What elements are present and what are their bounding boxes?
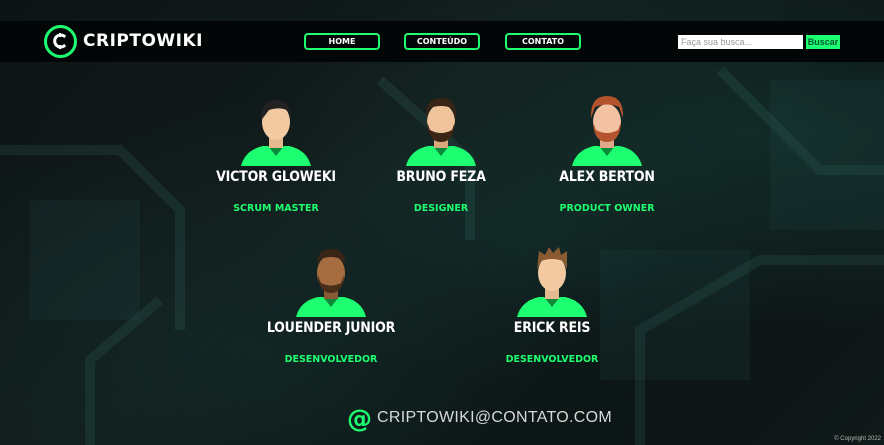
background-pattern [0, 66, 884, 445]
avatar-dark-skin-beard [296, 249, 366, 317]
crypto-coin-icon [44, 24, 77, 58]
member-name: LOUENDER JUNIOR [266, 320, 396, 336]
search-input[interactable] [678, 35, 803, 49]
brand-logo[interactable]: CRIPTOWIKI [44, 23, 203, 59]
member-role: DESENVOLVEDOR [505, 354, 599, 365]
nav-conteudo-button[interactable]: CONTEÚDO [404, 33, 480, 50]
top-navbar: CRIPTOWIKI HOME CONTEÚDO CONTATO Buscar [0, 21, 884, 62]
member-name: ERICK REIS [513, 320, 591, 336]
member-role: DESENVOLVEDOR [284, 354, 378, 365]
nav-contato-button[interactable]: CONTATO [505, 33, 581, 50]
member-role: PRODUCT OWNER [559, 203, 655, 214]
avatar-red-hair-beard [572, 96, 642, 166]
team-member-card: LOUENDER JUNIOR DESENVOLVEDOR [251, 243, 411, 365]
nav-home-button[interactable]: HOME [304, 33, 380, 50]
member-role: SCRUM MASTER [233, 203, 319, 214]
member-role: DESIGNER [413, 203, 469, 214]
copyright-text: © Copyright 2022 [834, 436, 881, 442]
contact-email: CRIPTOWIKI@CONTATO.COM [377, 409, 612, 426]
member-name: VICTOR GLOWEKI [216, 169, 336, 185]
avatar-light-brown-hair [517, 247, 587, 317]
brand-name: CRIPTOWIKI [83, 31, 203, 51]
team-member-card: VICTOR GLOWEKI SCRUM MASTER [196, 92, 356, 214]
contact-email-link[interactable]: @ CRIPTOWIKI@CONTATO.COM [347, 403, 612, 433]
team-member-card: BRUNO FEZA DESIGNER [361, 92, 521, 214]
member-name: BRUNO FEZA [396, 169, 486, 185]
at-icon: @ [347, 403, 372, 433]
avatar-bearded [406, 98, 476, 166]
avatar-short-dark-hair [241, 100, 311, 166]
team-member-card: ALEX BERTON PRODUCT OWNER [527, 92, 687, 214]
member-name: ALEX BERTON [559, 169, 655, 185]
team-member-card: ERICK REIS DESENVOLVEDOR [472, 243, 632, 365]
search-button[interactable]: Buscar [806, 35, 840, 49]
